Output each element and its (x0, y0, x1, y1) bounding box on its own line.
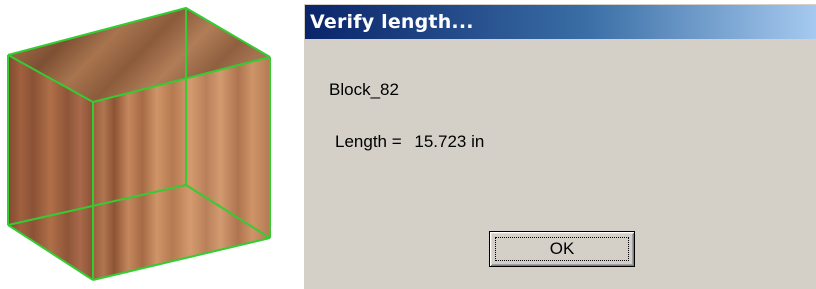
dialog-titlebar[interactable]: Verify length... (305, 5, 816, 39)
length-readout: Length = 15.723 in (335, 132, 484, 152)
screen: Verify length... Block_82 Length = 15.72… (0, 0, 816, 289)
ok-button[interactable]: OK (489, 231, 635, 267)
verify-length-dialog: Verify length... Block_82 Length = 15.72… (304, 4, 816, 289)
length-label: Length = (335, 132, 402, 151)
length-value: 15.723 in (414, 132, 485, 151)
block-name-label: Block_82 (329, 80, 399, 99)
ok-button-label: OK (495, 237, 629, 261)
dialog-title: Verify length... (310, 11, 474, 33)
3d-viewport[interactable] (0, 0, 296, 289)
wooden-block-model[interactable] (0, 0, 296, 289)
